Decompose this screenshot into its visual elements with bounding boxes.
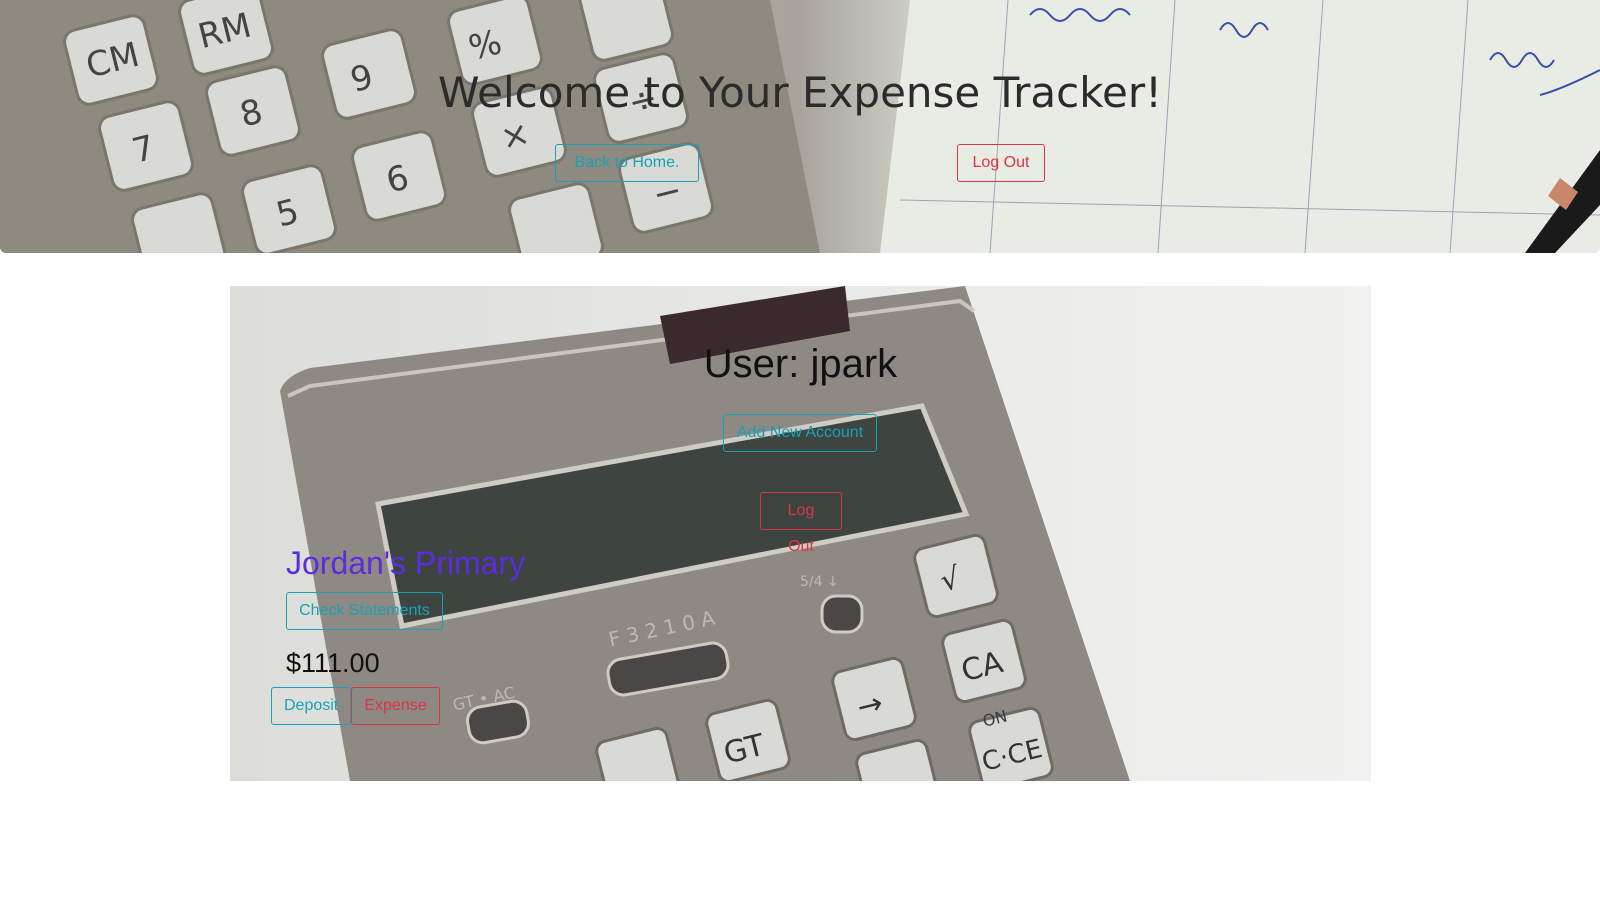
check-statements-button[interactable]: Check Statements [286, 592, 443, 630]
header-logout-button[interactable]: Log Out [957, 144, 1045, 182]
account-balance: $111.00 [286, 648, 380, 678]
user-accounts-card: √ CA → GT C·CE GT • AC F 3 2 1 0 A 5/4 ↓… [230, 286, 1371, 781]
calculator-background-image: CM RM 9 % 8 7 6 5 × ÷ − [0, 0, 1600, 253]
page-title: Welcome to Your Expense Tracker! [438, 68, 1162, 117]
svg-text:5/4 ↓: 5/4 ↓ [800, 574, 839, 590]
expense-button[interactable]: Expense [351, 687, 440, 725]
account-name: Jordan's Primary [286, 545, 526, 581]
deposit-button[interactable]: Deposit [271, 687, 351, 725]
logout-button[interactable]: Log Out [760, 492, 842, 555]
add-new-account-button[interactable]: Add New Account [723, 414, 877, 452]
header-banner: CM RM 9 % 8 7 6 5 × ÷ − Welcome to Your … [0, 0, 1600, 253]
back-to-home-button[interactable]: Back to Home. [555, 144, 699, 182]
user-heading: User: jpark [703, 342, 898, 386]
